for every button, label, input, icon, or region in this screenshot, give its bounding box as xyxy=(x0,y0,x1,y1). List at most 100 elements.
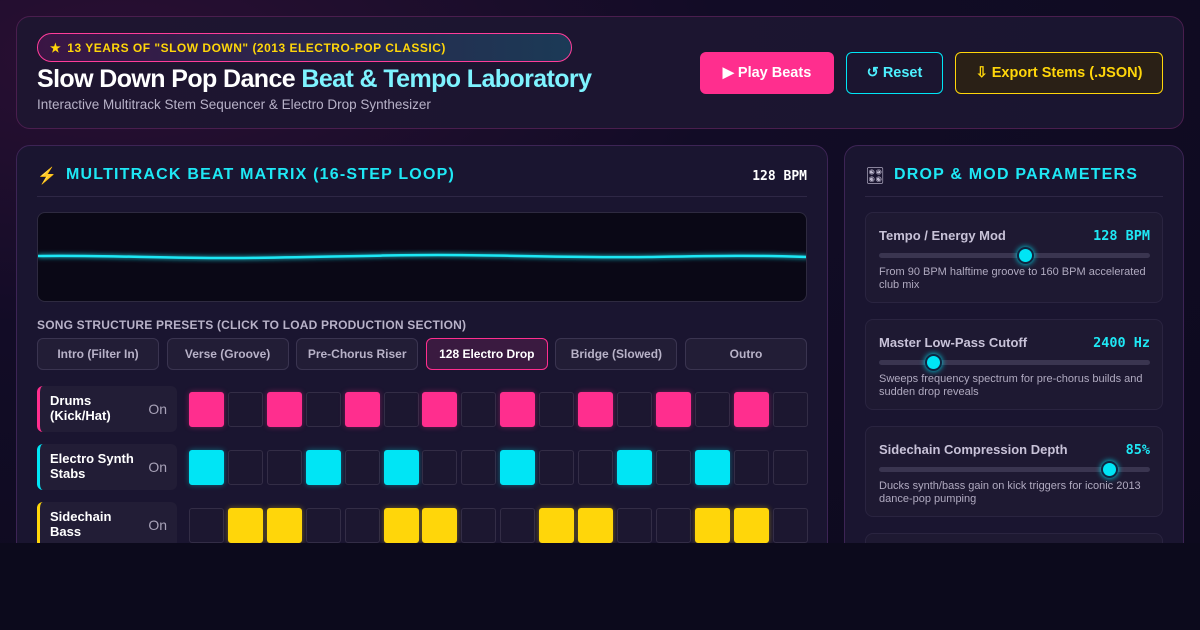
param-card: Sidechain Compression Depth 85% Ducks synt… xyxy=(865,426,1163,517)
track-label[interactable]: Electro Synth Stabs On xyxy=(37,444,177,490)
preset-button[interactable]: Bridge (Slowed) xyxy=(555,338,678,370)
track-state: On xyxy=(148,517,167,533)
params-panel-header: 🎛 DROP & MOD PARAMETERS xyxy=(865,166,1163,197)
param-description: Ducks synth/bass gain on kick triggers f… xyxy=(879,480,1141,505)
step-cell[interactable] xyxy=(655,392,691,427)
step-cell[interactable] xyxy=(733,392,769,427)
preset-buttons: Intro (Filter In) Verse (Groove) Pre-Choru… xyxy=(37,338,807,370)
title-main: Slow Down Pop Dance xyxy=(37,65,302,93)
step-cell[interactable] xyxy=(578,508,613,543)
param-slider[interactable] xyxy=(879,354,1150,371)
step-cell[interactable] xyxy=(539,508,575,543)
step-cell[interactable] xyxy=(694,392,730,427)
step-cell[interactable] xyxy=(694,508,730,543)
step-cell[interactable] xyxy=(461,450,497,485)
step-cell[interactable] xyxy=(578,450,613,485)
step-cell[interactable] xyxy=(539,450,575,485)
step-cell[interactable] xyxy=(266,450,302,485)
step-cell[interactable] xyxy=(189,450,224,485)
track-state: On xyxy=(148,401,167,417)
track-row: Drums (Kick/Hat) On xyxy=(37,386,808,432)
export-stems-button[interactable]: ⇩ Export Stems (.JSON) xyxy=(955,52,1163,94)
track-name: Drums (Kick/Hat) xyxy=(50,393,111,423)
param-description: Sweeps frequency spectrum for pre-chorus… xyxy=(879,373,1143,398)
step-cell[interactable] xyxy=(539,392,575,427)
param-name: Sidechain Compression Depth xyxy=(879,442,1068,457)
step-cell[interactable] xyxy=(694,450,730,485)
step-cell[interactable] xyxy=(616,508,652,543)
step-cell[interactable] xyxy=(733,450,769,485)
track-row: Electro Synth Stabs On xyxy=(37,444,808,490)
param-value: 85% xyxy=(1125,442,1150,458)
step-cell[interactable] xyxy=(655,508,691,543)
step-cell[interactable] xyxy=(344,392,380,427)
step-cell[interactable] xyxy=(461,392,497,427)
params-title: DROP & MOD PARAMETERS xyxy=(894,166,1139,183)
step-cell[interactable] xyxy=(227,508,263,543)
step-cell[interactable] xyxy=(772,392,808,427)
page-subtitle: Interactive Multitrack Stem Sequencer & … xyxy=(37,97,431,112)
app-header: ★ 13 YEARS OF "SLOW DOWN" (2013 ELECTRO-… xyxy=(16,16,1184,129)
lightning-icon: ⚡ xyxy=(37,168,57,185)
track-label[interactable]: Sidechain Bass On xyxy=(37,502,177,543)
preset-button[interactable]: 128 Electro Drop xyxy=(425,338,548,370)
matrix-title: MULTITRACK BEAT MATRIX (16-STEP LOOP) xyxy=(66,166,455,183)
preset-button[interactable]: Outro xyxy=(685,338,807,370)
presets-label: SONG STRUCTURE PRESETS (CLICK TO LOAD PR… xyxy=(37,318,467,332)
badge-text: 13 YEARS OF "SLOW DOWN" (2013 ELECTRO-PO… xyxy=(67,40,446,55)
param-name: Master Low-Pass Cutoff xyxy=(879,335,1028,350)
step-cell[interactable] xyxy=(189,392,224,427)
step-cell[interactable] xyxy=(266,392,302,427)
drop-mod-panel: 🎛 DROP & MOD PARAMETERS Tempo / Energy M… xyxy=(844,145,1184,543)
app-viewport: ★ 13 YEARS OF "SLOW DOWN" (2013 ELECTRO-… xyxy=(0,0,1200,543)
step-cell[interactable] xyxy=(305,392,341,427)
param-slider[interactable] xyxy=(879,461,1150,478)
step-cell[interactable] xyxy=(383,508,419,543)
step-cell[interactable] xyxy=(422,450,458,485)
waveform-line xyxy=(38,253,806,260)
step-cell[interactable] xyxy=(305,450,341,485)
slider-thumb[interactable] xyxy=(925,354,943,371)
step-cell[interactable] xyxy=(500,392,536,427)
step-cell[interactable] xyxy=(500,450,536,485)
step-cell[interactable] xyxy=(616,450,652,485)
step-cell[interactable] xyxy=(461,508,497,543)
step-cell[interactable] xyxy=(772,450,808,485)
step-cell[interactable] xyxy=(344,450,380,485)
step-cell[interactable] xyxy=(383,450,419,485)
step-cell[interactable] xyxy=(189,508,224,543)
param-value: 128 BPM xyxy=(1093,228,1150,244)
step-cell[interactable] xyxy=(227,392,263,427)
param-card xyxy=(865,533,1163,543)
preset-button[interactable]: Pre-Chorus Riser xyxy=(296,338,419,370)
reset-button[interactable]: ↺ Reset xyxy=(846,52,943,94)
step-cell[interactable] xyxy=(266,508,302,543)
step-cell[interactable] xyxy=(227,450,263,485)
bpm-readout: 128 BPM xyxy=(752,169,807,184)
step-cell[interactable] xyxy=(616,392,652,427)
track-label[interactable]: Drums (Kick/Hat) On xyxy=(37,386,177,432)
step-cell[interactable] xyxy=(305,508,341,543)
step-cell[interactable] xyxy=(422,392,458,427)
track-name: Sidechain Bass xyxy=(50,509,112,539)
param-slider[interactable] xyxy=(879,247,1150,264)
play-beats-button[interactable]: ▶ Play Beats xyxy=(700,52,834,94)
preset-button[interactable]: Intro (Filter In) xyxy=(37,338,159,370)
waveform-oscilloscope xyxy=(37,212,807,302)
step-cell[interactable] xyxy=(772,508,808,543)
anniversary-badge: ★ 13 YEARS OF "SLOW DOWN" (2013 ELECTRO-… xyxy=(37,33,572,62)
step-cell[interactable] xyxy=(422,508,458,543)
preset-button[interactable]: Verse (Groove) xyxy=(166,338,289,370)
step-cell[interactable] xyxy=(500,508,536,543)
step-cell[interactable] xyxy=(344,508,380,543)
step-cell[interactable] xyxy=(578,392,613,427)
step-cell[interactable] xyxy=(733,508,769,543)
step-cell[interactable] xyxy=(383,392,419,427)
param-description: From 90 BPM halftime groove to 160 BPM a… xyxy=(879,266,1146,291)
title-highlight: Beat & Tempo Laboratory xyxy=(301,65,592,93)
slider-thumb[interactable] xyxy=(1101,461,1119,478)
track-row: Sidechain Bass On xyxy=(37,502,808,543)
param-name: Tempo / Energy Mod xyxy=(879,228,1006,243)
slider-thumb[interactable] xyxy=(1017,247,1035,264)
step-cell[interactable] xyxy=(655,450,691,485)
